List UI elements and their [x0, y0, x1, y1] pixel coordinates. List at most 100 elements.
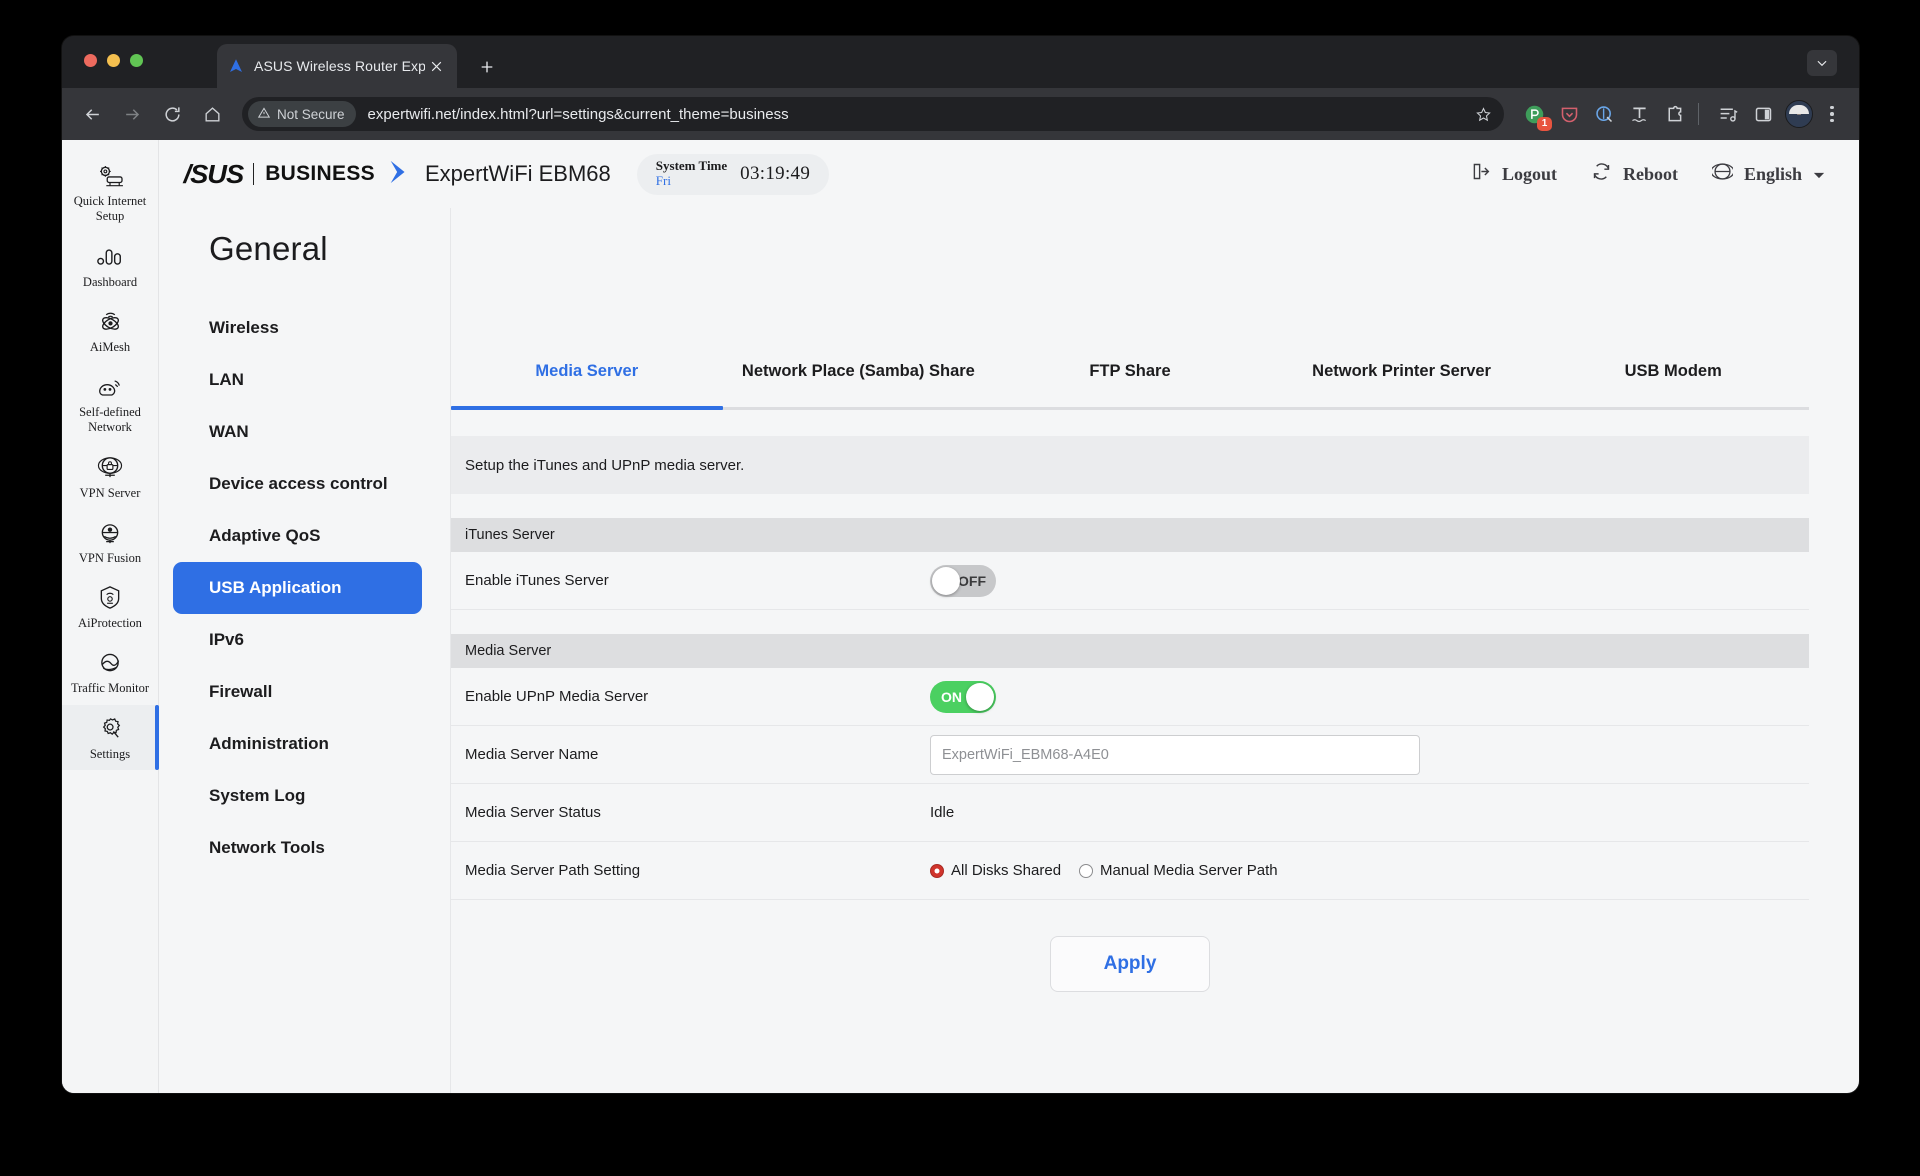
- sidebar-item-aimesh[interactable]: AiMesh: [62, 298, 158, 363]
- sidebar-item-quick-internet-setup[interactable]: Quick Internet Setup: [62, 152, 158, 233]
- aiprotection-icon: [98, 583, 122, 610]
- menu-item-wireless[interactable]: Wireless: [173, 302, 422, 354]
- star-icon[interactable]: [1468, 99, 1498, 129]
- globe-icon: [1710, 161, 1735, 187]
- toggle-knob: [966, 682, 994, 711]
- row-label: Enable UPnP Media Server: [465, 688, 649, 705]
- radio-dot: [1079, 863, 1094, 878]
- sidebar-item-dashboard[interactable]: Dashboard: [62, 233, 158, 298]
- sidebar-item-vpn-fusion[interactable]: VPN Fusion: [62, 509, 158, 574]
- avatar[interactable]: [1785, 100, 1813, 128]
- menu-item-system-log[interactable]: System Log: [173, 770, 422, 822]
- language-selector[interactable]: English: [1710, 161, 1825, 187]
- menu-item-firewall[interactable]: Firewall: [173, 666, 422, 718]
- sidebar-item-self-defined-network[interactable]: Self-defined Network: [62, 363, 158, 444]
- settings-gear-icon: [98, 714, 123, 741]
- tab-network-place-samba-share[interactable]: Network Place (Samba) Share: [723, 362, 995, 407]
- arrow-right-icon[interactable]: [116, 98, 148, 130]
- row-enable-itunes-server: Enable iTunes Server OFF: [451, 552, 1809, 610]
- toolbar-divider: [1698, 103, 1699, 125]
- router-model: ExpertWiFi EBM68: [424, 161, 611, 186]
- sidebar-item-label: AiProtection: [78, 616, 142, 630]
- section-header-media-server: Media Server: [451, 634, 1809, 668]
- menu-item-ipv6[interactable]: IPv6: [173, 614, 422, 666]
- arrow-left-icon[interactable]: [76, 98, 108, 130]
- menu-item-network-tools[interactable]: Network Tools: [173, 822, 422, 874]
- radio-all-disks-shared[interactable]: All Disks Shared: [930, 862, 1061, 879]
- address-bar[interactable]: Not Secure expertwifi.net/index.html?url…: [242, 97, 1504, 131]
- ext-languagetool-icon[interactable]: [1624, 99, 1654, 129]
- header-actions: Logout Reboot English: [1470, 161, 1859, 187]
- ext-proton-pass-icon[interactable]: 1: [1519, 99, 1552, 131]
- section-header-itunes: iTunes Server: [451, 518, 1809, 552]
- tab-usb-modem[interactable]: USB Modem: [1537, 362, 1809, 407]
- close-icon[interactable]: [425, 55, 447, 77]
- browser-tab[interactable]: ASUS Wireless Router Expert: [217, 44, 457, 88]
- maximize-window-button[interactable]: [130, 54, 143, 67]
- menu-item-adaptive-qos[interactable]: Adaptive QoS: [173, 510, 422, 562]
- row-media-server-path-setting: Media Server Path Setting All Disks Shar…: [451, 842, 1809, 900]
- tab-strip: ASUS Wireless Router Expert: [62, 36, 1859, 88]
- path-setting-radio-group: All Disks Shared Manual Media Server Pat…: [930, 862, 1278, 879]
- media-server-name-input[interactable]: [930, 734, 1420, 775]
- tab-ftp-share[interactable]: FTP Share: [994, 362, 1266, 407]
- ext-privacy-badger-icon[interactable]: [1589, 99, 1619, 129]
- radio-manual-media-server-path[interactable]: Manual Media Server Path: [1079, 862, 1278, 879]
- vpn-server-icon: [97, 453, 123, 480]
- close-window-button[interactable]: [84, 54, 97, 67]
- chevron-down-icon[interactable]: [1807, 50, 1837, 76]
- ext-puzzle-icon[interactable]: [1659, 99, 1689, 129]
- sidebar-item-vpn-server[interactable]: VPN Server: [62, 444, 158, 509]
- security-label: Not Secure: [277, 106, 345, 122]
- brand-chevron-icon: [387, 158, 411, 191]
- general-menu: Wireless LAN WAN Device access control A…: [159, 302, 450, 874]
- system-time-clock: 03:19:49: [740, 163, 811, 184]
- sidebar-item-settings[interactable]: Settings: [62, 704, 159, 771]
- reload-icon[interactable]: [156, 98, 188, 130]
- toggle-knob: [932, 566, 960, 595]
- logout-button[interactable]: Logout: [1470, 161, 1557, 187]
- browser-window: ASUS Wireless Router Expert Not Secure e…: [62, 36, 1859, 1093]
- sidebar-item-label: Settings: [89, 746, 131, 761]
- reboot-button[interactable]: Reboot: [1591, 161, 1678, 187]
- ext-pocket-icon[interactable]: [1554, 99, 1584, 129]
- side-panel-icon[interactable]: [1748, 99, 1778, 129]
- system-time: System Time Fri 03:19:49: [636, 153, 830, 195]
- window-controls: [84, 54, 143, 67]
- sidebar-item-label: Traffic Monitor: [70, 681, 150, 696]
- screen: ASUS Wireless Router Expert Not Secure e…: [0, 0, 1920, 1176]
- row-enable-upnp-media-server: Enable UPnP Media Server ON: [451, 668, 1809, 726]
- sidebar-item-label: VPN Fusion: [78, 550, 142, 565]
- tab-media-server[interactable]: Media Server: [451, 362, 723, 410]
- new-tab-button[interactable]: [474, 54, 500, 80]
- tab-network-printer-server[interactable]: Network Printer Server: [1266, 362, 1538, 407]
- kebab-menu-icon[interactable]: [1819, 99, 1845, 129]
- aimesh-icon: [97, 307, 124, 334]
- row-label: Media Server Name: [465, 746, 599, 763]
- menu-item-administration[interactable]: Administration: [173, 718, 422, 770]
- apply-button[interactable]: Apply: [1050, 936, 1210, 992]
- content-tabs: Media Server Network Place (Samba) Share…: [451, 362, 1809, 410]
- minimize-window-button[interactable]: [107, 54, 120, 67]
- menu-item-usb-application[interactable]: USB Application: [173, 562, 422, 614]
- menu-item-device-access-control[interactable]: Device access control: [173, 458, 422, 510]
- upnp-media-server-toggle[interactable]: ON: [930, 680, 996, 713]
- menu-item-wan[interactable]: WAN: [173, 406, 422, 458]
- reading-list-icon[interactable]: [1713, 99, 1743, 129]
- brand-divider: [252, 163, 255, 185]
- row-label: Media Server Status: [465, 804, 601, 821]
- sidebar-item-label: VPN Server: [79, 485, 141, 500]
- sidebar-item-traffic-monitor[interactable]: Traffic Monitor: [62, 639, 158, 704]
- self-defined-network-icon: [96, 372, 124, 399]
- brand-business-label: BUSINESS: [265, 162, 375, 185]
- home-icon[interactable]: [196, 98, 228, 130]
- apply-row: Apply: [451, 936, 1809, 992]
- menu-item-lan[interactable]: LAN: [173, 354, 422, 406]
- browser-toolbar: Not Secure expertwifi.net/index.html?url…: [62, 88, 1859, 140]
- security-status[interactable]: Not Secure: [248, 101, 356, 127]
- asus-logo: /SUS: [183, 158, 245, 189]
- language-label: English: [1743, 163, 1802, 184]
- itunes-server-toggle[interactable]: OFF: [930, 564, 996, 597]
- radio-label: Manual Media Server Path: [1100, 862, 1278, 879]
- sidebar-item-aiprotection[interactable]: AiProtection: [62, 574, 158, 639]
